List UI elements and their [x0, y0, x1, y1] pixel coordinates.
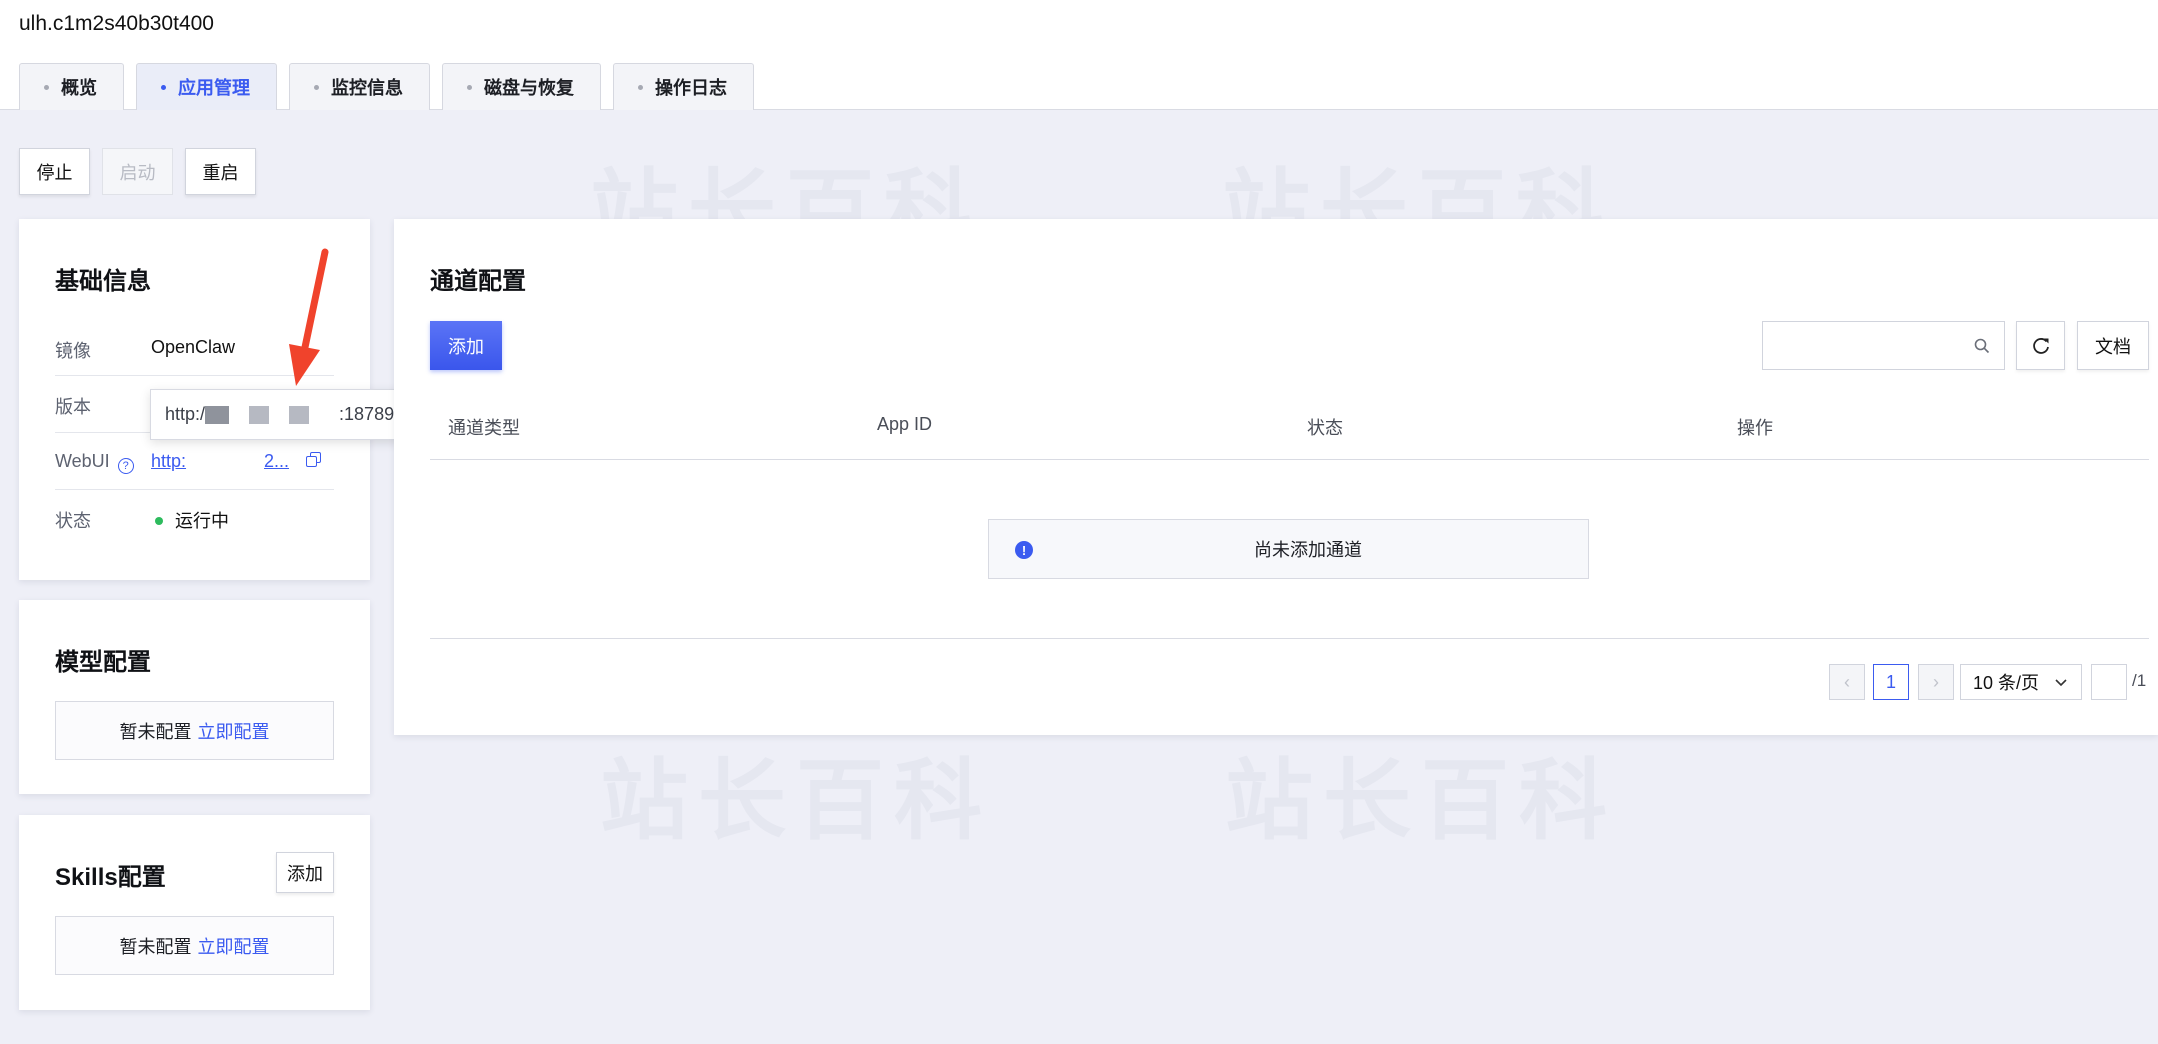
- empty-notice: ! 尚未添加通道: [988, 519, 1589, 579]
- help-circle-icon[interactable]: ?: [117, 458, 134, 474]
- card-title: 基础信息: [55, 268, 151, 295]
- table-header-divider: [430, 459, 2149, 460]
- next-page-button[interactable]: ›: [1918, 664, 1954, 700]
- instance-id: ulh.c1m2s40b30t400: [19, 12, 214, 35]
- tab-dot: [44, 84, 49, 90]
- redaction-mask: [249, 405, 270, 424]
- redaction-mask: [205, 405, 230, 424]
- jump-page-input[interactable]: [2091, 664, 2127, 700]
- refresh-button[interactable]: [2016, 321, 2065, 370]
- page-number[interactable]: 1: [1873, 664, 1909, 700]
- copy-icon[interactable]: [306, 452, 322, 468]
- channel-config-card: [394, 219, 2158, 735]
- tab-label: 操作日志: [655, 78, 727, 98]
- top-bar: ulh.c1m2s40b30t400 概览 应用管理 监控信息 磁盘与恢复 操作…: [0, 0, 2158, 110]
- card-title: 模型配置: [55, 649, 151, 676]
- docs-button[interactable]: 文档: [2077, 321, 2149, 370]
- column-header-actions: 操作: [1737, 418, 1773, 438]
- status-text: 运行中: [175, 511, 229, 531]
- image-value: OpenClaw: [151, 337, 236, 357]
- card-title: Skills配置: [55, 864, 166, 891]
- tab-label: 监控信息: [331, 78, 403, 98]
- table-footer-divider: [430, 638, 2149, 639]
- chevron-left-icon: ‹: [1844, 671, 1850, 692]
- column-header-channel-type: 通道类型: [448, 418, 520, 438]
- image-label: 镜像: [55, 341, 91, 361]
- start-button[interactable]: 启动: [102, 148, 173, 195]
- redaction-mask: [289, 405, 310, 424]
- empty-notice-text: 尚未添加通道: [1254, 540, 1362, 560]
- search-icon: [1974, 338, 1990, 354]
- webui-label: WebUI?: [55, 451, 134, 474]
- tab-monitoring[interactable]: 监控信息: [289, 63, 430, 110]
- search-input[interactable]: [1762, 321, 2005, 370]
- tooltip-suffix: :18789: [339, 404, 395, 424]
- configure-now-link[interactable]: 立即配置: [198, 933, 270, 959]
- empty-text: 暂未配置: [119, 936, 192, 957]
- page-size-select[interactable]: 10 条/页: [1960, 664, 2082, 700]
- tab-dot: [314, 84, 319, 90]
- tab-operation-log[interactable]: 操作日志: [613, 63, 754, 110]
- annotation-arrow-icon: [289, 248, 329, 386]
- watermark: 站长百科: [1225, 751, 1618, 850]
- column-header-app-id: App ID: [877, 414, 933, 434]
- tab-bar: 概览 应用管理 监控信息 磁盘与恢复 操作日志: [19, 63, 754, 110]
- total-pages: /1: [2132, 671, 2147, 690]
- status-dot: [155, 517, 163, 525]
- tab-dot: [161, 84, 166, 90]
- model-empty-box: 暂未配置 立即配置: [55, 701, 334, 760]
- skills-empty-box: 暂未配置 立即配置: [55, 916, 334, 975]
- watermark: 站长百科: [600, 751, 993, 850]
- divider: [55, 489, 334, 490]
- empty-text: 暂未配置: [119, 721, 192, 742]
- refresh-icon: [2032, 337, 2049, 354]
- tab-label: 磁盘与恢复: [484, 78, 574, 98]
- tab-disk-recovery[interactable]: 磁盘与恢复: [442, 63, 601, 110]
- prev-page-button[interactable]: ‹: [1829, 664, 1865, 700]
- chevron-right-icon: ›: [1933, 671, 1939, 692]
- tab-label: 概览: [61, 78, 97, 98]
- tab-dot: [638, 84, 643, 90]
- info-icon: !: [1015, 541, 1033, 559]
- status-label: 状态: [55, 511, 91, 531]
- status-value: 运行中: [155, 507, 229, 533]
- tab-label: 应用管理: [178, 78, 250, 98]
- webui-link[interactable]: http:: [151, 451, 186, 472]
- version-label: 版本: [55, 397, 91, 417]
- skills-config-card: Skills配置 添加 暂未配置 立即配置: [19, 815, 370, 1010]
- column-header-status: 状态: [1307, 418, 1343, 438]
- webui-link-end[interactable]: 2...: [264, 451, 289, 472]
- tab-overview[interactable]: 概览: [19, 63, 124, 110]
- skills-add-button[interactable]: 添加: [276, 852, 334, 893]
- tooltip-prefix: http:/: [165, 404, 206, 424]
- stop-button[interactable]: 停止: [19, 148, 90, 195]
- tab-app-management[interactable]: 应用管理: [136, 63, 277, 110]
- webui-url-tooltip: http:/ :18789: [150, 389, 421, 440]
- restart-button[interactable]: 重启: [185, 148, 256, 195]
- configure-now-link[interactable]: 立即配置: [198, 718, 270, 744]
- chevron-down-icon: [2055, 679, 2067, 687]
- channel-config-title: 通道配置: [430, 268, 526, 295]
- model-config-card: 模型配置 暂未配置 立即配置: [19, 600, 370, 794]
- webui-label-text: WebUI: [55, 451, 110, 471]
- page-size-value: 10 条/页: [1973, 673, 2040, 693]
- tab-dot: [467, 84, 472, 90]
- channel-add-button[interactable]: 添加: [430, 321, 502, 370]
